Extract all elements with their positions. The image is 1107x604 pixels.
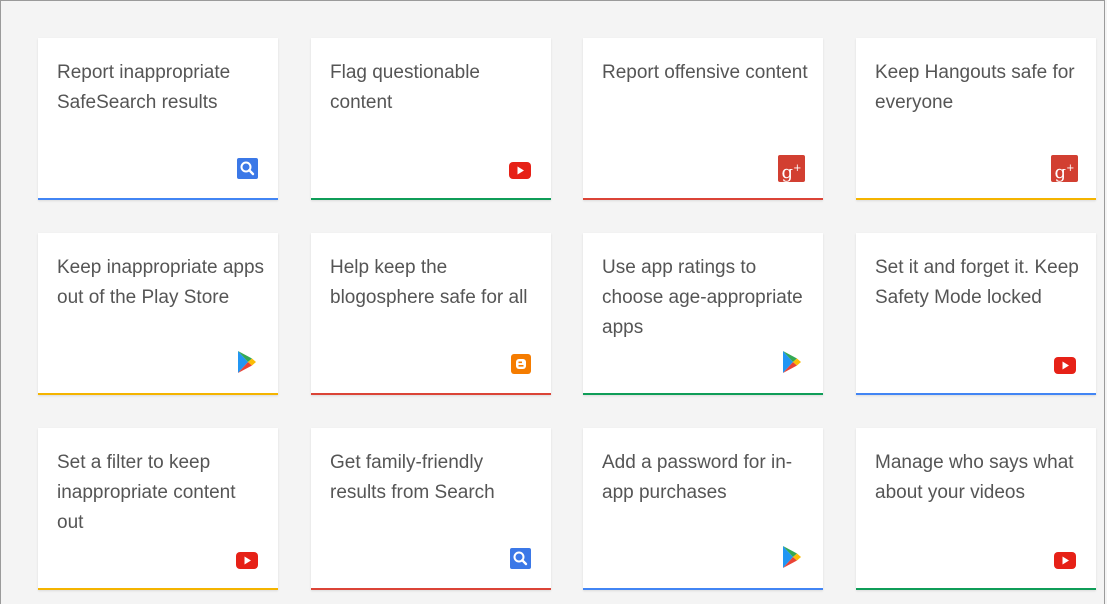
card-report-offensive[interactable]: Report offensive content g+ (583, 38, 823, 200)
card-manage-comments[interactable]: Manage who says what about your videos (856, 428, 1096, 590)
card-play-store-apps[interactable]: Keep inappropriate apps out of the Play … (38, 233, 278, 395)
accent-bar (311, 198, 551, 200)
card-family-search[interactable]: Get family-friendly results from Search (311, 428, 551, 590)
search-icon (237, 158, 258, 179)
card-safesearch-report[interactable]: Report inappropriate SafeSearch results (38, 38, 278, 200)
accent-bar (38, 393, 278, 395)
card-text: Manage who says what about your videos (875, 452, 1074, 503)
accent-bar (583, 393, 823, 395)
card-flag-content[interactable]: Flag questionable content (311, 38, 551, 200)
accent-bar (856, 198, 1096, 200)
card-text: Flag questionable content (330, 62, 480, 113)
youtube-icon (1054, 357, 1076, 374)
card-hangouts-safe[interactable]: Keep Hangouts safe for everyone g+ (856, 38, 1096, 200)
card-in-app-password[interactable]: Add a password for in-app purchases (583, 428, 823, 590)
youtube-icon (1054, 552, 1076, 569)
google-plus-icon: g+ (778, 155, 805, 183)
blogger-icon (511, 354, 531, 374)
google-plus-icon: g+ (1051, 155, 1078, 183)
youtube-icon (236, 552, 258, 569)
card-text: Keep Hangouts safe for everyone (875, 62, 1075, 113)
accent-bar (38, 198, 278, 200)
search-icon (510, 548, 531, 569)
card-blogosphere[interactable]: Help keep the blogosphere safe for all (311, 233, 551, 395)
accent-bar (856, 588, 1096, 590)
play-store-icon (783, 351, 801, 373)
card-text: Keep inappropriate apps out of the Play … (57, 257, 265, 308)
accent-bar (311, 588, 551, 590)
accent-bar (311, 393, 551, 395)
play-store-icon (783, 546, 801, 568)
card-text: Set it and forget it. Keep Safety Mode l… (875, 257, 1079, 308)
card-text: Set a filter to keep inappropriate conte… (57, 452, 236, 533)
card-filter-content[interactable]: Set a filter to keep inappropriate conte… (38, 428, 278, 590)
accent-bar (38, 588, 278, 590)
card-text: Help keep the blogosphere safe for all (330, 257, 528, 308)
card-safety-mode[interactable]: Set it and forget it. Keep Safety Mode l… (856, 233, 1096, 395)
card-text: Report offensive content (602, 62, 808, 83)
accent-bar (856, 393, 1096, 395)
card-app-ratings[interactable]: Use app ratings to choose age-appropriat… (583, 233, 823, 395)
accent-bar (583, 588, 823, 590)
accent-bar (583, 198, 823, 200)
card-text: Report inappropriate SafeSearch results (57, 62, 231, 113)
card-text: Use app ratings to choose age-appropriat… (602, 257, 803, 338)
youtube-icon (509, 162, 531, 179)
card-text: Add a password for in-app purchases (602, 452, 793, 503)
play-store-icon (238, 351, 256, 373)
card-text: Get family-friendly results from Search (330, 452, 495, 503)
